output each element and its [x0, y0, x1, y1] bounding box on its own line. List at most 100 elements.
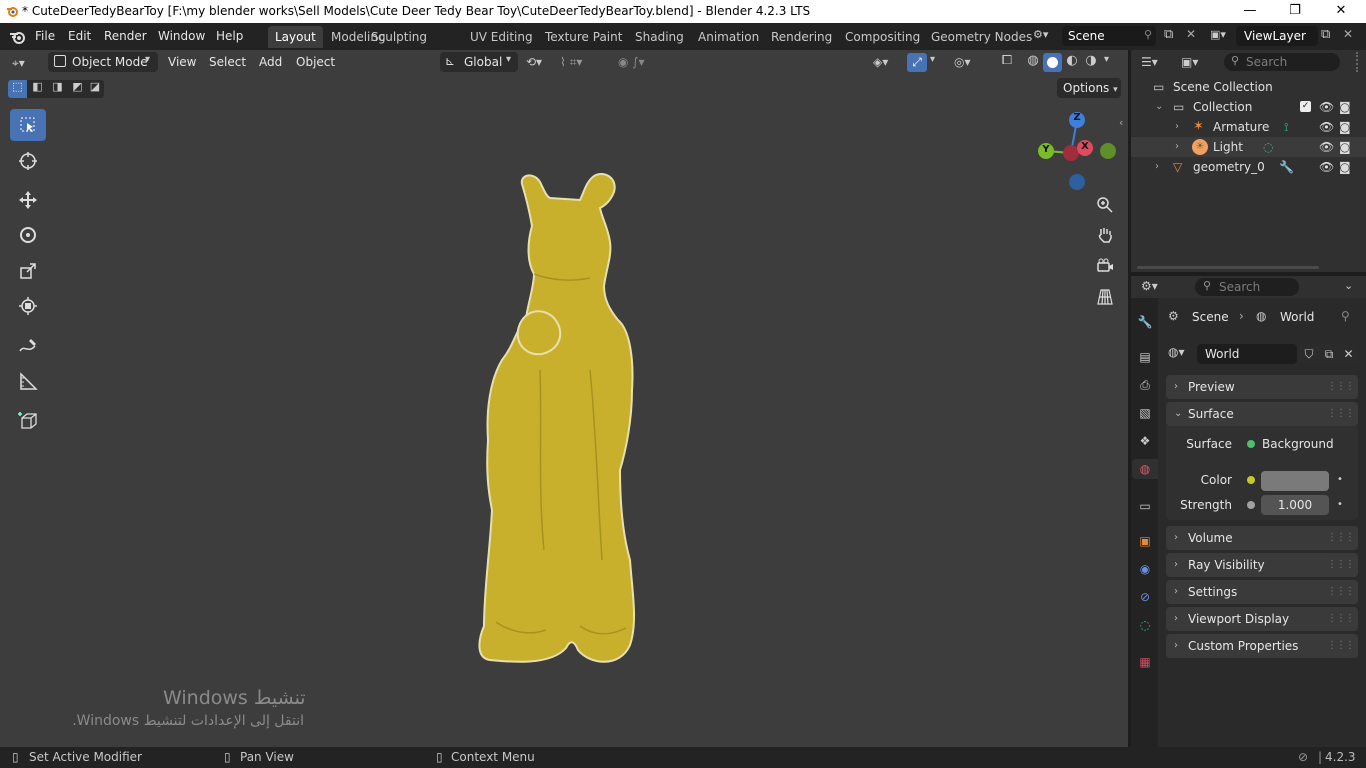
constraints-tab-icon[interactable]: ⊘ [1135, 587, 1155, 607]
chevron-right-icon[interactable]: › [1155, 157, 1159, 177]
light-data-icon[interactable]: ◌ [1263, 137, 1273, 157]
solid-shading-icon[interactable] [1043, 53, 1062, 72]
outliner-search-input[interactable]: Search [1224, 53, 1340, 71]
tab-animation[interactable]: Animation [691, 26, 766, 48]
tab-compositing[interactable]: Compositing [838, 26, 927, 48]
tab-rendering[interactable]: Rendering [764, 26, 839, 48]
outliner-scrollbar[interactable] [1137, 266, 1319, 269]
new-viewlayer-icon[interactable]: ⧉ [1321, 27, 1330, 42]
fake-user-shield-icon[interactable]: ⛉ [1299, 344, 1319, 364]
tab-layout[interactable]: Layout [268, 26, 323, 48]
close-window-button[interactable]: ✕ [1318, 0, 1364, 23]
pin-icon[interactable]: ⚲ [1341, 309, 1350, 323]
annotate-tool[interactable] [10, 330, 46, 362]
pin-icon[interactable]: ⚲ [1144, 28, 1152, 41]
select-extend-icon[interactable]: ◧ [28, 80, 47, 98]
outliner-row-collection[interactable]: ⌄ ▭ Collection ✓ 👁 ◙ [1131, 97, 1366, 117]
delete-viewlayer-icon[interactable]: ✕ [1343, 27, 1353, 41]
measure-tool[interactable] [10, 366, 46, 398]
perspective-toggle-icon[interactable] [1093, 285, 1117, 309]
color-swatch[interactable] [1261, 471, 1329, 491]
navigation-gizmo[interactable]: Z X Y [1032, 108, 1122, 198]
tab-sculpting[interactable]: Sculpting [364, 26, 434, 48]
drag-handle[interactable]: ⋮⋮⋮ [1327, 580, 1355, 604]
eye-icon[interactable]: 👁 [1319, 137, 1334, 157]
menu-edit[interactable]: Edit [68, 23, 91, 50]
strength-field[interactable]: 1.000 [1261, 495, 1329, 515]
chevron-right-icon[interactable]: › [1175, 137, 1179, 157]
options-dropdown[interactable]: Options ▾ [1057, 78, 1121, 98]
menu-window[interactable]: Window [158, 23, 205, 50]
panel-surface[interactable]: ⌄ Surface ⋮⋮⋮ [1166, 402, 1358, 426]
properties-editor-type-icon[interactable]: ⚙▾ [1141, 279, 1158, 293]
overlays-button[interactable]: ◎▾ [954, 52, 984, 72]
new-world-icon[interactable]: ⧉ [1319, 344, 1339, 364]
menu-select[interactable]: Select [209, 52, 246, 72]
panel-volume[interactable]: › Volume ⋮⋮⋮ [1166, 526, 1358, 550]
shading-dropdown-icon[interactable]: ▾ [1104, 54, 1109, 65]
menu-add[interactable]: Add [259, 52, 282, 72]
filter-handle[interactable] [1356, 52, 1359, 72]
show-gizmo-button[interactable]: ⤢ [907, 53, 927, 72]
outliner-row-armature[interactable]: › ✶ Armature ⟟ 👁 ◙ [1131, 117, 1366, 137]
collection-tab-icon[interactable]: ▭ [1135, 496, 1155, 516]
panel-settings[interactable]: › Settings ⋮⋮⋮ [1166, 580, 1358, 604]
proportional-editing-button[interactable]: ◉ ∫▾ [618, 52, 664, 72]
3d-viewport[interactable]: ⌖▾ Object Mode ▾ View Select Add Object … [0, 50, 1128, 747]
scene-tab-icon[interactable]: ❖ [1135, 431, 1155, 451]
scale-tool[interactable] [10, 255, 46, 287]
move-tool[interactable] [10, 184, 46, 216]
new-scene-icon[interactable]: ⧉ [1164, 27, 1173, 42]
panel-custom-properties[interactable]: › Custom Properties ⋮⋮⋮ [1166, 634, 1358, 658]
tool-tab-icon[interactable]: 🔧 [1135, 312, 1155, 332]
delete-scene-icon[interactable]: ✕ [1186, 27, 1196, 41]
xray-toggle-icon[interactable]: ⧠ [998, 53, 1016, 71]
scene-name-field[interactable]: Scene [1062, 26, 1156, 46]
menu-view[interactable]: View [168, 52, 196, 72]
output-tab-icon[interactable]: ⎙ [1135, 375, 1155, 395]
tab-uv-editing[interactable]: UV Editing [463, 26, 540, 48]
viewlayer-name-field[interactable]: ViewLayer [1236, 26, 1318, 46]
menu-file[interactable]: File [35, 23, 55, 50]
snapping-button[interactable]: ⌇ ⌗▾ [560, 52, 610, 72]
minimize-button[interactable]: — [1227, 0, 1273, 23]
camera-render-icon[interactable]: ◙ [1339, 137, 1351, 157]
menu-object[interactable]: Object [296, 52, 335, 72]
display-mode-icon[interactable]: ▣▾ [1181, 55, 1198, 69]
tab-shading[interactable]: Shading [628, 26, 691, 48]
wireframe-shading-icon[interactable]: ◍ [1024, 53, 1042, 71]
drag-handle[interactable]: ⋮⋮⋮ [1327, 553, 1355, 577]
world-name-field[interactable]: World [1197, 344, 1297, 364]
rendered-shading-icon[interactable]: ◑ [1082, 53, 1100, 71]
pivot-point-button[interactable]: ⟲▾ [526, 52, 554, 72]
gizmo-dropdown-icon[interactable]: ▾ [930, 54, 935, 65]
outliner-row-light[interactable]: › ☀ Light ◌ 👁 ◙ [1131, 137, 1366, 157]
drag-handle[interactable]: ⋮⋮⋮ [1327, 375, 1355, 399]
panel-preview[interactable]: › Preview ⋮⋮⋮ [1166, 375, 1358, 399]
drag-handle[interactable]: ⋮⋮⋮ [1327, 607, 1355, 631]
rotate-tool[interactable] [10, 219, 46, 251]
panel-ray-visibility[interactable]: › Ray Visibility ⋮⋮⋮ [1166, 553, 1358, 577]
eye-icon[interactable]: 👁 [1319, 157, 1334, 177]
outliner-editor-type-icon[interactable]: ☰▾ [1141, 55, 1158, 69]
keyframe-dot-icon[interactable]: • [1337, 499, 1343, 510]
outliner-row-geometry[interactable]: › ▽ geometry_0 🔧 👁 ◙ [1131, 157, 1366, 177]
camera-view-icon[interactable] [1093, 254, 1117, 278]
select-intersect-icon[interactable]: ◪ [86, 80, 104, 98]
eye-icon[interactable]: 👁 [1319, 97, 1334, 117]
render-tab-icon[interactable]: ▤ [1135, 347, 1155, 367]
drag-handle[interactable]: ⋮⋮⋮ [1327, 526, 1355, 550]
eye-icon[interactable]: 👁 [1319, 117, 1334, 137]
view-layer-tab-icon[interactable]: ▧ [1135, 403, 1155, 423]
light-data-tab-icon[interactable]: ◌ [1135, 615, 1155, 635]
world-tab-icon[interactable]: ◍ [1132, 459, 1158, 479]
armature-data-icon[interactable]: ⟟ [1284, 117, 1288, 137]
select-invert-icon[interactable]: ◩ [68, 80, 87, 98]
camera-render-icon[interactable]: ◙ [1339, 117, 1351, 137]
menu-render[interactable]: Render [104, 23, 147, 50]
editor-type-button[interactable]: ⌖▾ [12, 53, 42, 73]
tab-geometry-nodes[interactable]: Geometry Nodes [924, 26, 1039, 48]
pan-hand-icon[interactable] [1093, 223, 1117, 247]
select-box-tool[interactable] [10, 109, 46, 141]
modifier-wrench-icon[interactable]: 🔧 [1279, 157, 1294, 177]
